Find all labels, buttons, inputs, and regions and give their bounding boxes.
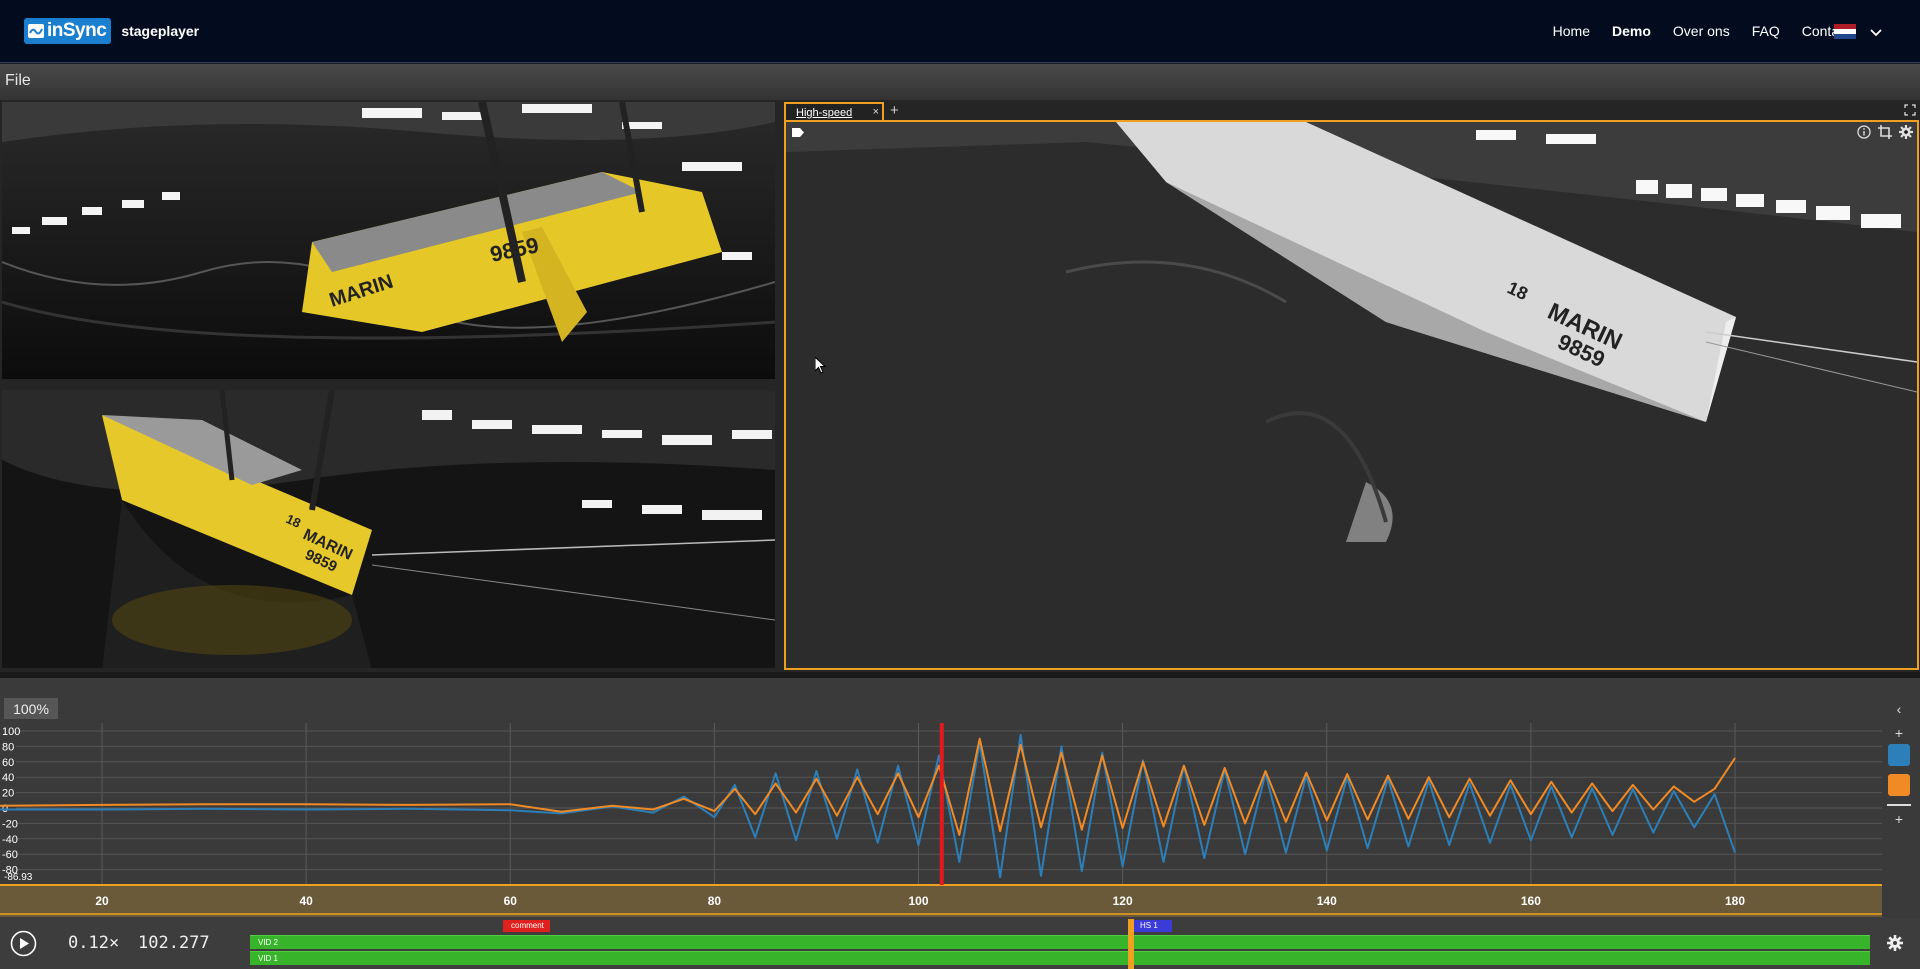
insync-logo[interactable]: inSync stageplayer	[24, 18, 199, 44]
x-tick-label: 60	[504, 894, 518, 908]
collapse-chevron-icon[interactable]: ‹	[1897, 702, 1902, 716]
play-button[interactable]	[10, 930, 37, 957]
y-tick-label: -40	[2, 834, 18, 846]
series-line-1	[0, 733, 1736, 879]
x-tick-label: 20	[95, 894, 109, 908]
y-tick-label: 60	[2, 757, 14, 769]
netherlands-flag-icon	[1834, 24, 1856, 39]
logo-badge: inSync	[24, 18, 112, 44]
tab-high-speed-label: High-speed	[796, 107, 853, 119]
side-divider	[1887, 804, 1911, 806]
chart-side-controls: ‹ + +	[1886, 702, 1912, 826]
video-tools	[1857, 125, 1913, 139]
x-tick-label: 40	[299, 894, 313, 908]
series-color-swatch-orange[interactable]	[1888, 774, 1910, 796]
y-tick-label: 80	[2, 741, 14, 753]
logo-text: inSync	[47, 20, 107, 41]
mouse-cursor-icon	[815, 357, 827, 374]
track-vid-1[interactable]: VID 1	[250, 951, 1870, 965]
series-color-swatch-blue[interactable]	[1888, 744, 1910, 766]
series-line-2	[0, 737, 1736, 836]
settings-gear-icon[interactable]	[1887, 935, 1903, 951]
current-value-label: -86.93	[4, 872, 33, 883]
x-tick-label: 100	[908, 894, 928, 908]
signal-chart[interactable]: 100806040200-20-40-60-80 20 40 60 80 100 120 1…	[0, 678, 1920, 917]
y-tick-label: -20	[2, 818, 18, 830]
x-axis-band	[0, 885, 1882, 917]
fullscreen-icon[interactable]	[1904, 104, 1916, 116]
top-navigation-bar: inSync stageplayer Home Demo Over ons FAQ Co…	[0, 0, 1920, 63]
time-cursor-line	[939, 723, 944, 885]
video-top-left[interactable]: MARIN 9859	[2, 102, 775, 379]
x-tick-label: 180	[1725, 894, 1745, 908]
current-time[interactable]: 102.277	[138, 933, 210, 953]
language-selector[interactable]	[1834, 24, 1882, 39]
x-tick-label: 80	[708, 894, 722, 908]
video-bottom-left[interactable]: MARIN 9859 18	[2, 390, 775, 668]
nav-link-demo[interactable]: Demo	[1612, 23, 1651, 39]
add-tab-icon[interactable]: +	[890, 102, 899, 119]
y-tick-label: 100	[2, 726, 20, 738]
timeline[interactable]: comment HS 1 VID 2 VID 1	[250, 917, 1870, 969]
timeline-playhead[interactable]	[1128, 919, 1134, 969]
y-tick-label: -60	[2, 849, 18, 861]
logo-wave-icon	[28, 24, 44, 38]
x-tick-label: 160	[1521, 894, 1541, 908]
main-nav: Home Demo Over ons FAQ Contact	[1553, 23, 1850, 39]
video-frame-high-speed: MARIN 9859 18	[786, 122, 1917, 668]
chevron-down-icon	[1870, 28, 1882, 36]
playback-speed[interactable]: 0.12×	[68, 933, 119, 953]
tag-icon[interactable]	[792, 128, 804, 137]
playback-bar: 0.12× 102.277 comment HS 1 VID 2 VID 1	[0, 917, 1920, 969]
nav-link-home[interactable]: Home	[1553, 23, 1590, 39]
video-frame-top-left: MARIN 9859	[2, 102, 775, 379]
marker-hs-1[interactable]: HS 1	[1132, 920, 1172, 932]
tab-high-speed[interactable]: High-speed ×	[784, 102, 884, 122]
chart-series	[0, 733, 1736, 879]
info-icon[interactable]	[1857, 125, 1871, 139]
crop-icon[interactable]	[1878, 125, 1892, 139]
y-axis-ticks: 100806040200-20-40-60-80	[2, 726, 20, 877]
x-tick-label: 140	[1317, 894, 1337, 908]
gear-icon[interactable]	[1899, 125, 1913, 139]
video-panes: MARIN 9859 MARIN 9859 18 High-speed × + …	[0, 100, 1920, 672]
menu-bar: File	[0, 64, 1920, 100]
x-tick-label: 120	[1113, 894, 1133, 908]
y-tick-label: 20	[2, 788, 14, 800]
close-tab-icon[interactable]: ×	[873, 106, 879, 118]
add-chart-icon[interactable]: +	[1895, 812, 1903, 826]
add-signal-icon[interactable]: +	[1895, 726, 1903, 740]
video-high-speed[interactable]: MARIN 9859 18	[784, 120, 1919, 670]
nav-link-faq[interactable]: FAQ	[1752, 23, 1780, 39]
y-tick-label: 40	[2, 772, 14, 784]
marker-comment[interactable]: comment	[503, 920, 550, 932]
track-vid-2[interactable]: VID 2	[250, 935, 1870, 949]
video-frame-bottom-left: MARIN 9859 18	[2, 390, 775, 668]
file-menu[interactable]: File	[5, 72, 31, 90]
high-speed-tab-bar: High-speed × +	[784, 102, 1920, 122]
signal-chart-panel[interactable]: 100% 100 80 60 40 20 0 -20 -40 -60 -80 20 40 60 80 10…	[0, 678, 1920, 917]
logo-subtitle: stageplayer	[121, 23, 200, 39]
nav-link-over-ons[interactable]: Over ons	[1673, 23, 1730, 39]
